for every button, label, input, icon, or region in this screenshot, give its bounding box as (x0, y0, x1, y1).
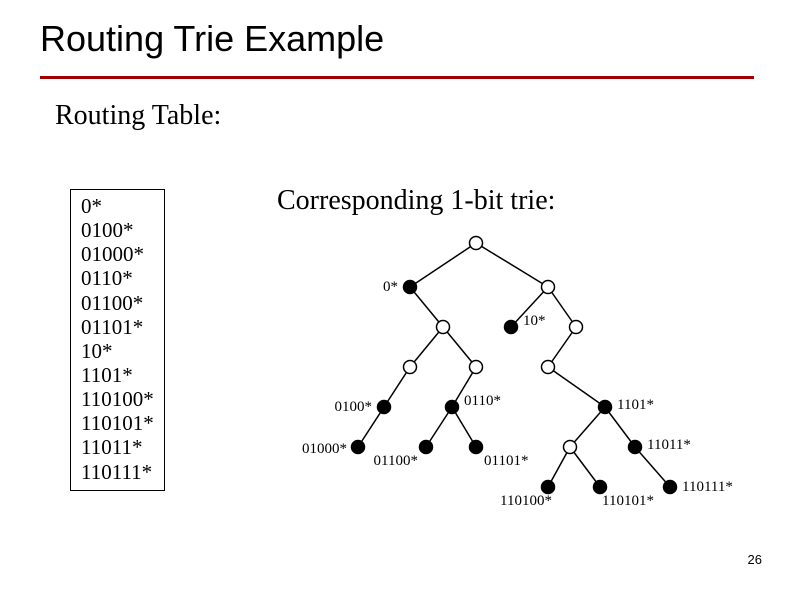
trie-heading: Corresponding 1-bit trie: (277, 185, 555, 217)
trie-node (570, 321, 583, 334)
trie-node-label: 110100* (500, 493, 552, 509)
trie-node (594, 481, 607, 494)
trie-node (664, 481, 677, 494)
trie-node-label: 0* (383, 279, 398, 295)
routing-entry: 01000* (81, 242, 154, 266)
trie-node (352, 441, 365, 454)
trie-edge (476, 243, 548, 287)
trie-node (446, 401, 459, 414)
routing-entry: 01100* (81, 291, 154, 315)
routing-entry: 01101* (81, 315, 154, 339)
routing-table: 0* 0100* 01000* 0110* 01100* 01101* 10* … (70, 189, 165, 491)
title-rule (40, 76, 754, 79)
trie-edge (570, 447, 600, 487)
trie-edge (443, 327, 476, 367)
trie-labels: 0* 10* 0100* 0110* 1101* 01000* 01100* 01101* 11… (302, 279, 733, 509)
trie-node-label: 10* (523, 313, 546, 329)
routing-entry: 11011* (81, 435, 154, 459)
trie-edge (410, 243, 476, 287)
routing-entry: 110101* (81, 411, 154, 435)
trie-edge (635, 447, 670, 487)
routing-entry: 110111* (81, 460, 154, 484)
trie-node-label: 11011* (647, 437, 691, 453)
trie-node (542, 481, 555, 494)
slide-title: Routing Trie Example (40, 18, 754, 70)
trie-node (404, 281, 417, 294)
trie-node-label: 110101* (602, 493, 654, 509)
trie-node (420, 441, 433, 454)
trie-node (542, 281, 555, 294)
trie-node (470, 441, 483, 454)
routing-entry: 10* (81, 339, 154, 363)
routing-entry: 1101* (81, 363, 154, 387)
trie-node-label: 110111* (682, 479, 733, 495)
routing-entry: 0100* (81, 218, 154, 242)
trie-node (470, 237, 483, 250)
routing-entry: 110100* (81, 387, 154, 411)
trie-node-label: 01100* (374, 453, 418, 469)
trie-edge (605, 407, 635, 447)
trie-node (599, 401, 612, 414)
trie-node-label: 0110* (464, 393, 501, 409)
routing-entry: 0110* (81, 266, 154, 290)
trie-node (378, 401, 391, 414)
trie-edge (548, 327, 576, 367)
trie-node (564, 441, 577, 454)
routing-entry: 0* (81, 194, 154, 218)
trie-node-label: 0100* (335, 399, 373, 415)
trie-edge (548, 367, 605, 407)
trie-node (470, 361, 483, 374)
slide: Routing Trie Example Routing Table: Corr… (0, 0, 794, 595)
trie-node (629, 441, 642, 454)
page-number: 26 (748, 552, 762, 567)
trie-node-label: 01000* (302, 441, 347, 457)
trie-node (542, 361, 555, 374)
routing-table-heading: Routing Table: (55, 100, 221, 132)
trie-node-label: 01101* (484, 453, 528, 469)
trie-diagram: 0* 10* 0100* 0110* 1101* 01000* 01100* 01101* 11… (270, 227, 770, 527)
trie-edge (410, 287, 443, 327)
trie-node-label: 1101* (617, 397, 654, 413)
trie-node (404, 361, 417, 374)
trie-node (505, 321, 518, 334)
trie-edge (548, 287, 576, 327)
trie-node (437, 321, 450, 334)
trie-edge (410, 327, 443, 367)
trie-edge (570, 407, 605, 447)
